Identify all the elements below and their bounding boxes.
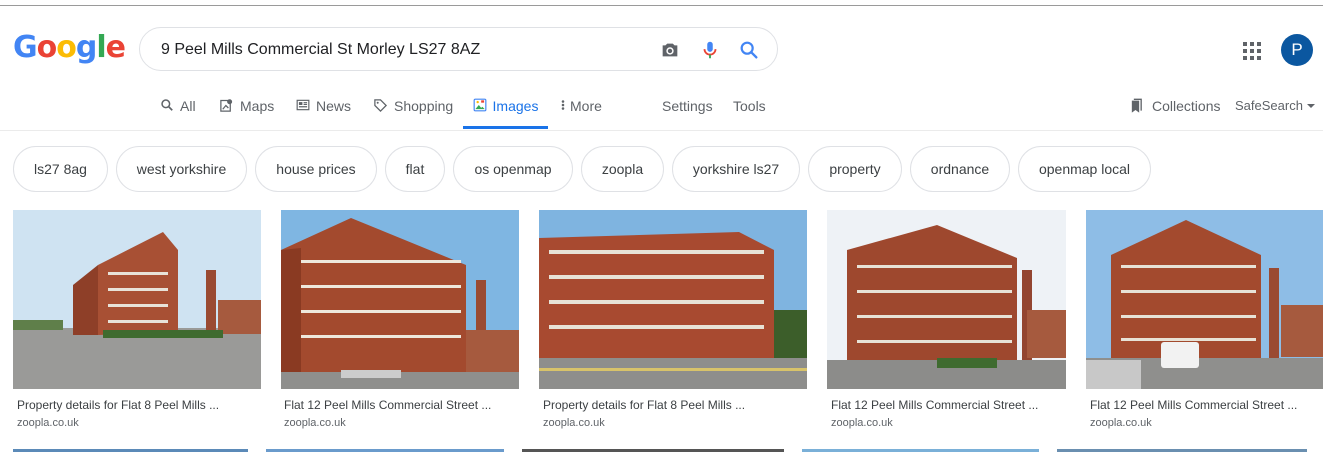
chip[interactable]: property bbox=[808, 146, 902, 192]
safesearch-dropdown[interactable]: SafeSearch bbox=[1235, 96, 1316, 129]
result-thumbnail[interactable] bbox=[281, 210, 519, 389]
result-source[interactable]: zoopla.co.uk bbox=[284, 417, 346, 429]
apps-grid-icon[interactable] bbox=[1243, 42, 1261, 60]
result-thumbnail[interactable] bbox=[827, 210, 1066, 389]
tools-link[interactable]: Tools bbox=[733, 96, 766, 129]
microphone-icon[interactable] bbox=[699, 39, 721, 61]
building-photo bbox=[281, 210, 519, 389]
news-icon bbox=[296, 99, 310, 111]
collections-label: Collections bbox=[1152, 98, 1221, 114]
top-divider bbox=[0, 5, 1323, 6]
chip[interactable]: house prices bbox=[255, 146, 377, 192]
chip-label: ordnance bbox=[930, 161, 990, 177]
chip[interactable]: west yorkshire bbox=[116, 146, 247, 192]
building-photo bbox=[539, 210, 807, 389]
chip[interactable]: yorkshire ls27 bbox=[672, 146, 800, 192]
settings-link[interactable]: Settings bbox=[662, 96, 713, 129]
chip-label: openmap local bbox=[1038, 161, 1131, 177]
result-source[interactable]: zoopla.co.uk bbox=[1090, 417, 1152, 429]
result-thumbnail[interactable] bbox=[13, 210, 261, 389]
collections-link[interactable]: Collections bbox=[1129, 96, 1220, 129]
chevron-down-icon bbox=[1306, 104, 1315, 108]
building-photo bbox=[1086, 210, 1323, 389]
tab-all[interactable]: All bbox=[160, 96, 196, 129]
tab-label: Images bbox=[492, 98, 539, 114]
chip-label: flat bbox=[405, 161, 425, 177]
google-logo[interactable]: Google bbox=[13, 30, 126, 65]
chip[interactable]: zoopla bbox=[581, 146, 664, 192]
result-title[interactable]: Flat 12 Peel Mills Commercial Street ... bbox=[831, 398, 1038, 412]
settings-label: Settings bbox=[662, 98, 713, 114]
tab-images[interactable]: Images bbox=[463, 96, 548, 129]
tab-label: Maps bbox=[240, 98, 275, 114]
collections-icon bbox=[1131, 98, 1142, 113]
chip-label: property bbox=[829, 161, 881, 177]
tab-more[interactable]: More bbox=[560, 96, 602, 129]
search-box bbox=[139, 27, 778, 71]
chip-label: west yorkshire bbox=[136, 161, 227, 177]
search-tabs: All Maps News Shopping Images More Setti… bbox=[0, 96, 1323, 131]
result-title[interactable]: Flat 12 Peel Mills Commercial Street ... bbox=[284, 398, 491, 412]
chip-label: ls27 8ag bbox=[34, 161, 87, 177]
chip[interactable]: openmap local bbox=[1018, 146, 1151, 192]
chip-label: house prices bbox=[276, 161, 356, 177]
chip-label: zoopla bbox=[601, 161, 644, 177]
safesearch-label: SafeSearch bbox=[1235, 98, 1303, 113]
building-photo bbox=[13, 210, 261, 389]
search-icon[interactable] bbox=[738, 39, 760, 61]
map-icon bbox=[220, 99, 233, 112]
result-title[interactable]: Property details for Flat 8 Peel Mills .… bbox=[543, 398, 745, 412]
image-icon bbox=[473, 98, 486, 112]
result-title[interactable]: Property details for Flat 8 Peel Mills .… bbox=[17, 398, 219, 412]
result-title[interactable]: Flat 12 Peel Mills Commercial Street ... bbox=[1090, 398, 1297, 412]
chip-label: os openmap bbox=[474, 161, 552, 177]
logo-letter: e bbox=[105, 30, 126, 65]
logo-letter: o bbox=[36, 30, 58, 65]
result-source[interactable]: zoopla.co.uk bbox=[831, 417, 893, 429]
tab-shopping[interactable]: Shopping bbox=[373, 96, 453, 129]
logo-letter: l bbox=[96, 30, 106, 65]
chip[interactable]: ls27 8ag bbox=[13, 146, 108, 192]
tab-label: Shopping bbox=[394, 98, 454, 114]
result-thumbnail[interactable] bbox=[1086, 210, 1323, 389]
result-source[interactable]: zoopla.co.uk bbox=[17, 417, 79, 429]
result-thumbnail[interactable] bbox=[539, 210, 807, 389]
tab-maps[interactable]: Maps bbox=[219, 96, 274, 129]
logo-letter: g bbox=[75, 30, 98, 65]
more-vertical-icon bbox=[561, 100, 565, 110]
result-source[interactable]: zoopla.co.uk bbox=[543, 417, 605, 429]
search-input[interactable] bbox=[159, 38, 643, 62]
chip[interactable]: os openmap bbox=[453, 146, 573, 192]
camera-icon[interactable] bbox=[659, 39, 681, 61]
chip-label: yorkshire ls27 bbox=[692, 161, 780, 177]
tools-label: Tools bbox=[733, 98, 766, 114]
tag-icon bbox=[374, 99, 388, 113]
tab-label: News bbox=[316, 98, 352, 114]
tab-news[interactable]: News bbox=[296, 96, 351, 129]
logo-letter: G bbox=[13, 30, 38, 65]
chip[interactable]: flat bbox=[385, 146, 445, 192]
logo-letter: o bbox=[56, 30, 77, 65]
tab-label: More bbox=[570, 98, 602, 114]
search-icon bbox=[161, 99, 173, 111]
chip[interactable]: ordnance bbox=[910, 146, 1010, 192]
tab-label: All bbox=[180, 98, 196, 114]
building-photo bbox=[827, 210, 1066, 389]
account-avatar[interactable]: P bbox=[1281, 34, 1313, 66]
